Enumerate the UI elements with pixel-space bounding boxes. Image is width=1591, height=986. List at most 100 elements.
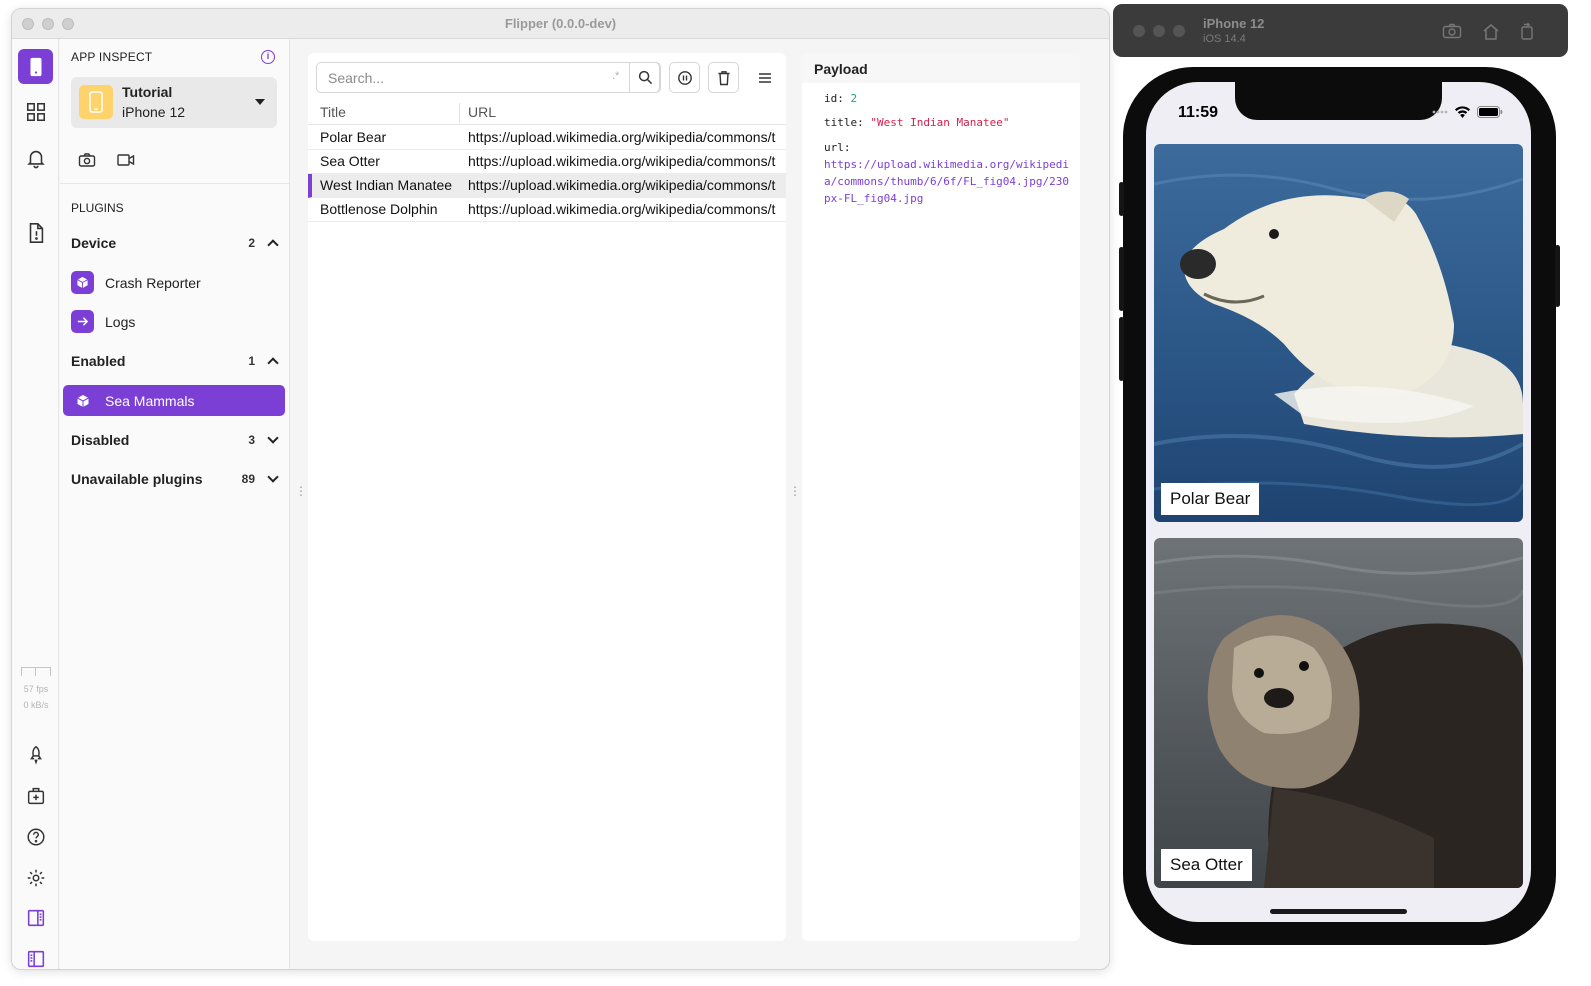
plugin-item-logs[interactable]: Logs: [63, 306, 285, 337]
info-icon[interactable]: i: [261, 50, 275, 64]
cell-url: https://upload.wikimedia.org/wikipedia/c…: [468, 129, 776, 145]
plugin-item-crash-reporter[interactable]: Crash Reporter: [63, 267, 285, 298]
search-button[interactable]: [629, 62, 661, 93]
field-value[interactable]: https://upload.wikimedia.org/wikipedia/c…: [824, 156, 1070, 207]
table-row-selected[interactable]: West Indian Manatee https://upload.wikim…: [308, 174, 786, 198]
animal-card[interactable]: Polar Bear: [1154, 144, 1523, 522]
column-divider[interactable]: [459, 103, 460, 123]
help-button[interactable]: [18, 819, 53, 854]
group-unavailable[interactable]: Unavailable plugins 89: [71, 468, 279, 490]
record-video-button[interactable]: [115, 149, 137, 171]
payload-field-title: title: "West Indian Manatee": [824, 116, 1010, 129]
table-menu-button[interactable]: [752, 62, 778, 93]
cell-url: https://upload.wikimedia.org/wikipedia/c…: [468, 177, 776, 193]
table-row[interactable]: Sea Otter https://upload.wikimedia.org/w…: [308, 150, 786, 174]
field-key: title: [824, 116, 858, 129]
resize-handle[interactable]: ⋮: [295, 485, 307, 503]
group-enabled[interactable]: Enabled 1: [71, 350, 279, 372]
field-value[interactable]: 2: [851, 92, 858, 105]
rocket-icon: [29, 745, 42, 765]
camera-icon: [1442, 23, 1462, 39]
group-count: 2: [248, 236, 255, 250]
status-time: 11:59: [1178, 104, 1219, 121]
signal-dots-icon: [1432, 110, 1448, 114]
gear-icon: [27, 869, 44, 886]
rocket-button[interactable]: [18, 737, 53, 772]
sidebar-header: APP INSPECT: [71, 50, 153, 64]
caret-down-icon: [255, 99, 265, 105]
settings-button[interactable]: [18, 860, 53, 895]
table-row[interactable]: Bottlenose Dolphin https://upload.wikime…: [308, 198, 786, 222]
resize-handle[interactable]: ⋮: [789, 485, 801, 503]
plugin-item-sea-mammals[interactable]: Sea Mammals: [63, 385, 285, 416]
chevron-up-icon: [267, 239, 279, 251]
notch: [1235, 82, 1442, 120]
payload-field-url: url: https://upload.wikimedia.org/wikipe…: [824, 141, 1070, 207]
bandwidth-readout: 0 kB/s: [23, 700, 49, 710]
fps-readout: 57 fps: [23, 684, 49, 694]
pause-button[interactable]: [669, 62, 700, 93]
table-header: Title URL: [308, 101, 786, 125]
setup-doctor-button[interactable]: [18, 778, 53, 813]
polar-bear-image: [1154, 144, 1523, 522]
power-button: [1555, 245, 1560, 307]
column-header-title[interactable]: Title: [320, 104, 346, 120]
toggle-left-sidebar-button[interactable]: [18, 941, 53, 969]
group-count: 89: [241, 472, 255, 486]
cell-url: https://upload.wikimedia.org/wikipedia/c…: [468, 153, 776, 169]
data-table-panel: .* Title URL Polar Bear https://upload.w…: [308, 53, 786, 941]
search-box: .*: [316, 62, 661, 93]
plugin-marketplace-button[interactable]: [18, 94, 53, 129]
column-header-url[interactable]: URL: [468, 104, 496, 120]
sea-otter-image: [1154, 538, 1523, 888]
screenshot-button[interactable]: [76, 149, 98, 171]
arrow-right-icon: [71, 310, 94, 333]
payload-panel: Payload id: 2 title: "West Indian Manate…: [802, 53, 1080, 941]
simulator-device-name: iPhone 12: [1203, 16, 1265, 31]
group-device[interactable]: Device 2: [71, 232, 279, 254]
group-count: 3: [248, 433, 255, 447]
animal-card[interactable]: Sea Otter: [1154, 538, 1523, 888]
toggle-right-sidebar-button[interactable]: [18, 900, 53, 935]
group-name: Unavailable plugins: [71, 471, 203, 487]
notifications-button[interactable]: [18, 140, 53, 175]
cell-title: Bottlenose Dolphin: [320, 201, 438, 217]
flipper-logs-button[interactable]: [18, 215, 53, 250]
group-name: Enabled: [71, 353, 126, 369]
simulator-toolbar: iPhone 12 iOS 14.4: [1113, 4, 1568, 57]
regex-toggle[interactable]: .*: [612, 70, 619, 82]
wifi-icon: [1455, 106, 1470, 118]
simulator-rotate-button[interactable]: [1516, 20, 1538, 42]
question-icon: [26, 827, 45, 846]
close-window-button[interactable]: [1133, 25, 1145, 37]
chevron-up-icon: [267, 357, 279, 369]
video-camera-icon: [117, 154, 135, 166]
clear-button[interactable]: [708, 62, 739, 93]
volume-down-button: [1119, 317, 1124, 381]
cell-title: West Indian Manatee: [320, 177, 453, 193]
flipper-window: Flipper (0.0.0-dev) 57 fps 0 kB/s APP IN…: [11, 8, 1110, 970]
group-name: Disabled: [71, 432, 130, 448]
plugin-box-icon: [71, 271, 94, 294]
table-row[interactable]: Polar Bear https://upload.wikimedia.org/…: [308, 126, 786, 150]
app-inspect-button[interactable]: [18, 49, 53, 84]
group-disabled[interactable]: Disabled 3: [71, 429, 279, 451]
card-label: Polar Bear: [1161, 483, 1260, 515]
plugin-box-icon: [71, 389, 94, 412]
selected-device-name: iPhone 12: [122, 104, 186, 120]
battery-icon: [1477, 106, 1503, 118]
zoom-window-button[interactable]: [1173, 25, 1185, 37]
left-rail: 57 fps 0 kB/s: [12, 39, 59, 969]
field-value[interactable]: "West Indian Manatee": [870, 116, 1009, 129]
sidebar-left-icon: [27, 950, 44, 967]
simulator-home-button[interactable]: [1480, 20, 1502, 42]
trash-icon: [718, 70, 729, 85]
search-input[interactable]: [317, 63, 629, 92]
minimize-window-button[interactable]: [1153, 25, 1165, 37]
plugin-label: Logs: [105, 313, 136, 330]
simulator-screenshot-button[interactable]: [1441, 20, 1463, 42]
performance-stats: 57 fps 0 kB/s: [18, 667, 54, 713]
device-selector[interactable]: Tutorial iPhone 12: [71, 77, 277, 128]
plugin-label: Sea Mammals: [105, 392, 195, 409]
search-icon: [638, 70, 652, 85]
